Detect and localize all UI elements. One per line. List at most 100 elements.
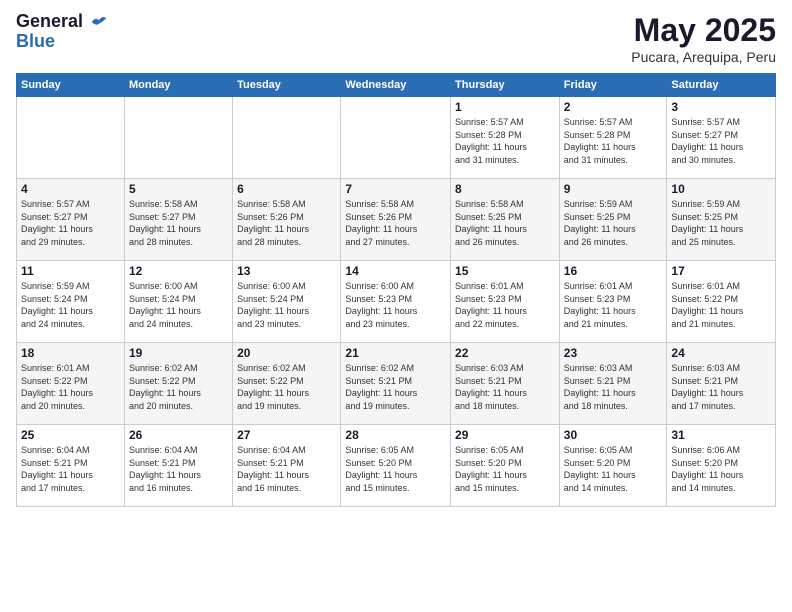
day-cell-28: 28Sunrise: 6:05 AM Sunset: 5:20 PM Dayli… (341, 425, 451, 507)
day-number: 30 (564, 428, 663, 442)
calendar-table: SundayMondayTuesdayWednesdayThursdayFrid… (16, 73, 776, 507)
calendar-subtitle: Pucara, Arequipa, Peru (631, 49, 776, 65)
day-number: 1 (455, 100, 555, 114)
day-cell-22: 22 Sunrise: 6:03 AM Sunset: 5:21 PM Dayli… (451, 343, 560, 425)
day-info: Sunrise: 5:58 AM Sunset: 5:25 PM Dayligh… (455, 198, 555, 248)
day-info: Sunrise: 6:05 AM Sunset: 5:20 PM Dayligh… (345, 444, 446, 494)
day-number: 20 (237, 346, 336, 360)
weekday-tuesday: Tuesday (233, 74, 341, 97)
day-number: 4 (21, 182, 120, 196)
day-info: Sunrise: 6:01 AM Sunset: 5:23 PM Dayligh… (564, 280, 663, 330)
day-cell-20: 20Sunrise: 6:02 AM Sunset: 5:22 PM Dayli… (233, 343, 341, 425)
day-number: 23 (564, 346, 663, 360)
week-row-3: 11 Sunrise: 5:59 AM Sunset: 5:24 PM Dayli… (17, 261, 776, 343)
day-info: Sunrise: 5:58 AM Sunset: 5:26 PM Dayligh… (345, 198, 446, 248)
week-row-4: 18 Sunrise: 6:01 AM Sunset: 5:22 PM Dayli… (17, 343, 776, 425)
day-info: Sunrise: 6:01 AM Sunset: 5:23 PM Dayligh… (455, 280, 555, 330)
day-number: 22 (455, 346, 555, 360)
day-number: 12 (129, 264, 228, 278)
day-info: Sunrise: 5:57 AM Sunset: 5:27 PM Dayligh… (21, 198, 120, 248)
day-info: Sunrise: 5:57 AM Sunset: 5:28 PM Dayligh… (564, 116, 663, 166)
day-number: 24 (671, 346, 771, 360)
weekday-header-row: SundayMondayTuesdayWednesdayThursdayFrid… (17, 74, 776, 97)
day-number: 27 (237, 428, 336, 442)
day-number: 17 (671, 264, 771, 278)
day-info: Sunrise: 6:01 AM Sunset: 5:22 PM Dayligh… (21, 362, 120, 412)
day-cell-10: 10 Sunrise: 5:59 AM Sunset: 5:25 PM Dayli… (667, 179, 776, 261)
day-info: Sunrise: 6:01 AM Sunset: 5:22 PM Dayligh… (671, 280, 771, 330)
calendar-page: General Blue May 2025 Pucara, Arequipa, … (0, 0, 792, 612)
day-number: 21 (345, 346, 446, 360)
day-number: 31 (671, 428, 771, 442)
weekday-monday: Monday (124, 74, 232, 97)
day-number: 11 (21, 264, 120, 278)
day-info: Sunrise: 6:04 AM Sunset: 5:21 PM Dayligh… (129, 444, 228, 494)
day-cell-14: 14 Sunrise: 6:00 AM Sunset: 5:23 PM Dayli… (341, 261, 451, 343)
empty-cell (124, 97, 232, 179)
day-info: Sunrise: 6:05 AM Sunset: 5:20 PM Dayligh… (455, 444, 555, 494)
calendar-body: 1 Sunrise: 5:57 AM Sunset: 5:28 PM Daylig… (17, 97, 776, 507)
day-info: Sunrise: 6:00 AM Sunset: 5:24 PM Dayligh… (129, 280, 228, 330)
week-row-5: 25 Sunrise: 6:04 AM Sunset: 5:21 PM Dayli… (17, 425, 776, 507)
day-cell-11: 11 Sunrise: 5:59 AM Sunset: 5:24 PM Dayli… (17, 261, 125, 343)
day-cell-9: 9Sunrise: 5:59 AM Sunset: 5:25 PM Daylig… (559, 179, 667, 261)
day-info: Sunrise: 5:59 AM Sunset: 5:25 PM Dayligh… (671, 198, 771, 248)
day-info: Sunrise: 6:00 AM Sunset: 5:23 PM Dayligh… (345, 280, 446, 330)
day-cell-5: 5 Sunrise: 5:58 AM Sunset: 5:27 PM Daylig… (124, 179, 232, 261)
day-number: 15 (455, 264, 555, 278)
day-cell-24: 24 Sunrise: 6:03 AM Sunset: 5:21 PM Dayli… (667, 343, 776, 425)
day-cell-18: 18 Sunrise: 6:01 AM Sunset: 5:22 PM Dayli… (17, 343, 125, 425)
day-cell-19: 19Sunrise: 6:02 AM Sunset: 5:22 PM Dayli… (124, 343, 232, 425)
day-number: 6 (237, 182, 336, 196)
day-number: 18 (21, 346, 120, 360)
weekday-saturday: Saturday (667, 74, 776, 97)
day-cell-23: 23 Sunrise: 6:03 AM Sunset: 5:21 PM Dayli… (559, 343, 667, 425)
day-info: Sunrise: 5:57 AM Sunset: 5:27 PM Dayligh… (671, 116, 771, 166)
day-info: Sunrise: 6:03 AM Sunset: 5:21 PM Dayligh… (455, 362, 555, 412)
day-info: Sunrise: 6:02 AM Sunset: 5:21 PM Dayligh… (345, 362, 446, 412)
empty-cell (341, 97, 451, 179)
day-cell-2: 2Sunrise: 5:57 AM Sunset: 5:28 PM Daylig… (559, 97, 667, 179)
day-info: Sunrise: 5:57 AM Sunset: 5:28 PM Dayligh… (455, 116, 555, 166)
day-info: Sunrise: 5:59 AM Sunset: 5:25 PM Dayligh… (564, 198, 663, 248)
empty-cell (17, 97, 125, 179)
calendar-header: SundayMondayTuesdayWednesdayThursdayFrid… (17, 74, 776, 97)
day-number: 14 (345, 264, 446, 278)
day-number: 29 (455, 428, 555, 442)
logo-line2: Blue (16, 32, 108, 52)
day-info: Sunrise: 6:00 AM Sunset: 5:24 PM Dayligh… (237, 280, 336, 330)
logo-line1: General (16, 12, 108, 32)
day-number: 10 (671, 182, 771, 196)
day-cell-12: 12 Sunrise: 6:00 AM Sunset: 5:24 PM Dayli… (124, 261, 232, 343)
day-cell-7: 7 Sunrise: 5:58 AM Sunset: 5:26 PM Daylig… (341, 179, 451, 261)
day-info: Sunrise: 6:04 AM Sunset: 5:21 PM Dayligh… (21, 444, 120, 494)
day-cell-4: 4 Sunrise: 5:57 AM Sunset: 5:27 PM Daylig… (17, 179, 125, 261)
week-row-1: 1 Sunrise: 5:57 AM Sunset: 5:28 PM Daylig… (17, 97, 776, 179)
day-number: 19 (129, 346, 228, 360)
day-cell-17: 17 Sunrise: 6:01 AM Sunset: 5:22 PM Dayli… (667, 261, 776, 343)
weekday-sunday: Sunday (17, 74, 125, 97)
day-number: 7 (345, 182, 446, 196)
day-cell-21: 21 Sunrise: 6:02 AM Sunset: 5:21 PM Dayli… (341, 343, 451, 425)
day-cell-25: 25 Sunrise: 6:04 AM Sunset: 5:21 PM Dayli… (17, 425, 125, 507)
day-cell-27: 27 Sunrise: 6:04 AM Sunset: 5:21 PM Dayli… (233, 425, 341, 507)
logo: General Blue (16, 12, 108, 52)
day-info: Sunrise: 5:58 AM Sunset: 5:27 PM Dayligh… (129, 198, 228, 248)
empty-cell (233, 97, 341, 179)
day-cell-1: 1 Sunrise: 5:57 AM Sunset: 5:28 PM Daylig… (451, 97, 560, 179)
day-info: Sunrise: 6:03 AM Sunset: 5:21 PM Dayligh… (564, 362, 663, 412)
weekday-wednesday: Wednesday (341, 74, 451, 97)
day-number: 13 (237, 264, 336, 278)
day-info: Sunrise: 6:04 AM Sunset: 5:21 PM Dayligh… (237, 444, 336, 494)
day-number: 5 (129, 182, 228, 196)
day-number: 3 (671, 100, 771, 114)
day-number: 26 (129, 428, 228, 442)
day-cell-15: 15 Sunrise: 6:01 AM Sunset: 5:23 PM Dayli… (451, 261, 560, 343)
day-cell-31: 31Sunrise: 6:06 AM Sunset: 5:20 PM Dayli… (667, 425, 776, 507)
day-info: Sunrise: 6:03 AM Sunset: 5:21 PM Dayligh… (671, 362, 771, 412)
day-info: Sunrise: 6:05 AM Sunset: 5:20 PM Dayligh… (564, 444, 663, 494)
day-info: Sunrise: 5:59 AM Sunset: 5:24 PM Dayligh… (21, 280, 120, 330)
day-cell-8: 8Sunrise: 5:58 AM Sunset: 5:25 PM Daylig… (451, 179, 560, 261)
week-row-2: 4 Sunrise: 5:57 AM Sunset: 5:27 PM Daylig… (17, 179, 776, 261)
day-number: 25 (21, 428, 120, 442)
